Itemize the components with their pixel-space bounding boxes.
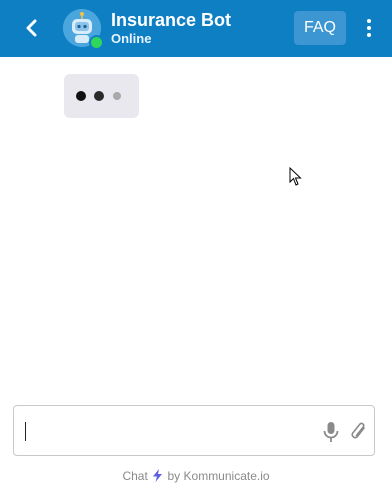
chevron-left-icon <box>26 19 37 37</box>
powered-by-footer: Chat by Kommunicate.io <box>0 468 392 484</box>
message-list <box>0 57 392 397</box>
message-input[interactable] <box>24 416 304 446</box>
back-button[interactable] <box>18 14 46 42</box>
typing-dot <box>76 91 86 101</box>
more-options-button[interactable] <box>358 14 380 42</box>
online-status-dot <box>89 35 104 50</box>
typing-dot <box>94 91 104 101</box>
paperclip-icon <box>351 422 365 439</box>
kommunicate-link[interactable]: Kommunicate.io <box>184 469 270 483</box>
attachment-button[interactable] <box>348 420 370 444</box>
microphone-icon <box>323 422 339 442</box>
text-caret <box>25 422 26 441</box>
bot-status: Online <box>111 31 152 46</box>
mouse-cursor-icon <box>289 167 302 186</box>
lightning-icon <box>153 469 163 482</box>
footer-prefix: Chat <box>122 469 148 483</box>
chat-header: Insurance Bot Online FAQ <box>0 0 392 57</box>
typing-dot <box>113 92 121 100</box>
message-composer <box>13 405 375 456</box>
footer-middle: by <box>167 469 181 483</box>
bot-name: Insurance Bot <box>111 10 232 30</box>
more-vertical-icon <box>367 19 371 23</box>
typing-indicator <box>64 74 139 118</box>
voice-input-button[interactable] <box>320 420 342 444</box>
faq-button[interactable]: FAQ <box>294 11 346 45</box>
